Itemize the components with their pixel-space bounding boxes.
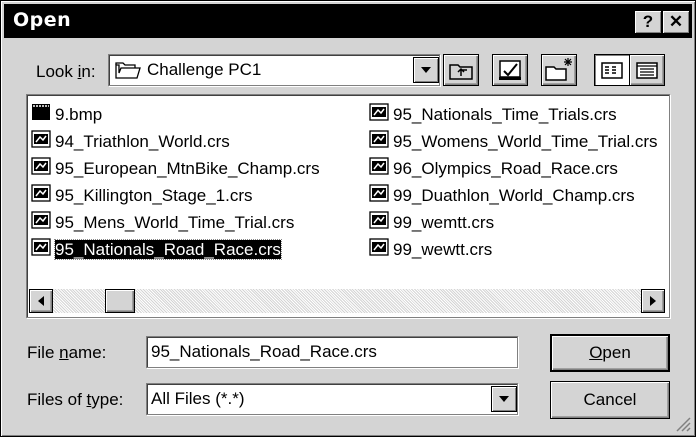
files-of-type-dropdown[interactable]: All Files (*.*) (146, 383, 518, 415)
list-view-icon (601, 62, 623, 79)
window-title: Open (13, 9, 72, 31)
file-name-text: 96_Olympics_Road_Race.crs (393, 159, 618, 178)
up-one-level-button[interactable] (443, 54, 479, 86)
course-file-icon (369, 130, 389, 155)
file-item[interactable]: 95_European_MtnBike_Champ.crs (31, 157, 320, 181)
arrow-right-icon (650, 296, 656, 306)
new-folder-icon (545, 58, 572, 81)
open-dialog: Open ? ✕ Look in: Challenge PC1 9.bmp 94… (0, 0, 696, 437)
files-of-type-value: All Files (*.*) (151, 389, 245, 408)
scroll-right-button[interactable] (641, 289, 665, 313)
file-item[interactable]: 95_Nationals_Road_Race.crs (31, 238, 282, 263)
file-list[interactable]: 9.bmp 94_Triathlon_World.crs 95_European_M… (26, 94, 670, 318)
help-icon: ? (642, 12, 654, 31)
file-name-text: 94_Triathlon_World.crs (55, 132, 230, 151)
file-name-text: 95_Nationals_Time_Trials.crs (393, 105, 617, 124)
file-name-text: 95_Mens_World_Time_Trial.crs (55, 213, 295, 232)
resize-grip-icon[interactable] (673, 414, 691, 432)
file-item[interactable]: 99_wewtt.crs (369, 238, 492, 262)
bitmap-icon (31, 103, 51, 128)
file-item[interactable]: 95_Womens_World_Time_Trial.crs (369, 130, 658, 154)
file-item[interactable]: 95_Killington_Stage_1.crs (31, 184, 253, 208)
course-file-icon (369, 211, 389, 236)
look-in-label: Look in: (36, 62, 96, 81)
new-folder-button[interactable] (541, 54, 577, 86)
desktop-icon (499, 60, 521, 80)
help-button[interactable]: ? (634, 10, 662, 34)
file-name-text: 99_Duathlon_World_Champ.crs (393, 186, 635, 205)
desktop-button[interactable] (492, 54, 528, 86)
course-file-icon (31, 157, 51, 182)
details-view-icon (636, 62, 658, 79)
horizontal-scrollbar[interactable] (29, 289, 665, 313)
file-item[interactable]: 99_wemtt.crs (369, 211, 494, 235)
file-name-label: File name: (27, 343, 107, 362)
chevron-down-icon (421, 67, 431, 73)
file-name-text: 95_European_MtnBike_Champ.crs (55, 159, 320, 178)
file-item[interactable]: 95_Nationals_Time_Trials.crs (369, 103, 617, 127)
cancel-button-label: Cancel (583, 390, 637, 409)
details-view-button[interactable] (629, 54, 665, 86)
open-button-label: Open (589, 343, 631, 362)
file-item[interactable]: 96_Olympics_Road_Race.crs (369, 157, 618, 181)
scroll-left-button[interactable] (29, 289, 53, 313)
files-of-type-label: Files of type: (27, 390, 124, 409)
course-file-icon (369, 157, 389, 182)
file-name-text: 95_Killington_Stage_1.crs (55, 186, 253, 205)
files-of-type-dropdown-button[interactable] (491, 386, 517, 412)
file-name-text: 9.bmp (55, 105, 103, 124)
file-name-text: 95_Womens_World_Time_Trial.crs (393, 132, 658, 151)
course-file-icon (369, 238, 389, 263)
file-name-value: 95_Nationals_Road_Race.crs (151, 342, 377, 361)
file-name-input[interactable]: 95_Nationals_Road_Race.crs (146, 336, 518, 368)
course-file-icon (31, 238, 51, 263)
file-name-text: 99_wemtt.crs (393, 213, 495, 232)
file-item[interactable]: 95_Mens_World_Time_Trial.crs (31, 211, 294, 235)
look-in-dropdown-button[interactable] (413, 57, 439, 83)
file-item[interactable]: 9.bmp (31, 103, 102, 127)
folder-icon (115, 61, 141, 84)
file-name-text: 95_Nationals_Road_Race.crs (54, 239, 282, 260)
up-one-level-icon (449, 64, 473, 80)
close-icon: ✕ (668, 12, 684, 31)
arrow-left-icon (38, 296, 44, 306)
open-button[interactable]: Open (550, 334, 670, 372)
course-file-icon (31, 211, 51, 236)
course-file-icon (31, 130, 51, 155)
cancel-button[interactable]: Cancel (550, 381, 670, 419)
list-view-button[interactable] (594, 54, 630, 86)
title-bar[interactable]: Open ? ✕ (4, 4, 692, 38)
look-in-value: Challenge PC1 (147, 60, 262, 79)
course-file-icon (31, 184, 51, 209)
course-file-icon (369, 103, 389, 128)
close-button[interactable]: ✕ (662, 10, 690, 34)
chevron-down-icon (499, 396, 509, 402)
course-file-icon (369, 184, 389, 209)
scroll-thumb[interactable] (105, 289, 135, 313)
file-item[interactable]: 99_Duathlon_World_Champ.crs (369, 184, 635, 208)
look-in-dropdown[interactable]: Challenge PC1 (108, 54, 440, 86)
file-item[interactable]: 94_Triathlon_World.crs (31, 130, 230, 154)
file-name-text: 99_wewtt.crs (393, 240, 493, 259)
